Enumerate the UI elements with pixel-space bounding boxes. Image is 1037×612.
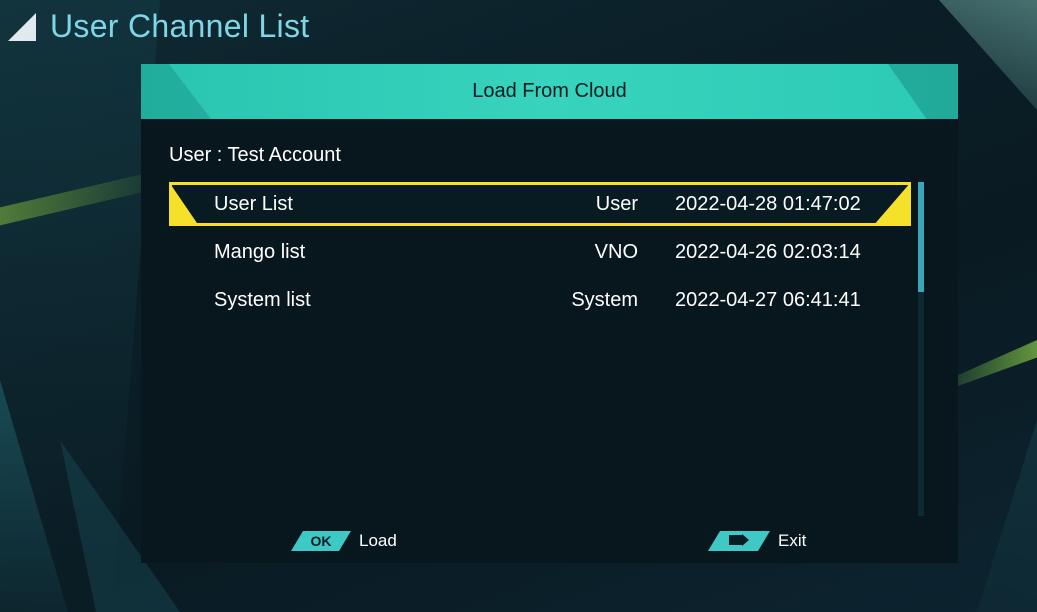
list-item-date: 2022-04-26 02:03:14 [675, 241, 861, 263]
page-header: User Channel List [8, 8, 309, 45]
list-item-user-list[interactable]: User List User 2022-04-28 01:47:02 [169, 182, 911, 226]
load-hint[interactable]: OK Load [291, 527, 397, 555]
list-item-mango-list[interactable]: Mango list VNO 2022-04-26 02:03:14 [169, 230, 911, 274]
dialog-header: Load From Cloud [141, 64, 958, 119]
ok-key-icon: OK [291, 531, 351, 551]
ok-key-label: OK [310, 533, 332, 549]
selection-marker [169, 182, 199, 226]
selection-marker [873, 182, 911, 226]
load-label: Load [359, 531, 397, 550]
load-from-cloud-dialog: Load From Cloud User : Test Account User… [141, 64, 958, 563]
page-title: User Channel List [50, 8, 310, 44]
list-item-type: User [595, 193, 638, 215]
title-triangle-icon [8, 12, 36, 41]
scrollbar[interactable] [918, 182, 924, 516]
dialog-title: Load From Cloud [472, 80, 627, 102]
key-hints: OK Load Exit [141, 519, 958, 563]
exit-label: Exit [778, 531, 807, 550]
scrollbar-thumb[interactable] [918, 182, 924, 292]
screen: User Channel List Load From Cloud User :… [0, 0, 1037, 612]
list-item-system-list[interactable]: System list System 2022-04-27 06:41:41 [169, 278, 911, 322]
list-item-name: Mango list [214, 241, 306, 263]
list-item-name: System list [214, 289, 311, 311]
cloud-list: User List User 2022-04-28 01:47:02 Mango… [169, 182, 911, 326]
list-item-date: 2022-04-27 06:41:41 [675, 289, 861, 311]
list-item-date: 2022-04-28 01:47:02 [675, 193, 861, 215]
list-item-type: VNO [594, 241, 638, 263]
list-item-type: System [571, 289, 638, 311]
exit-arrow-icon [708, 531, 770, 551]
exit-hint[interactable]: Exit [708, 527, 806, 555]
account-label: User : Test Account [169, 144, 341, 166]
background-streak [947, 340, 1037, 390]
list-item-name: User List [214, 193, 293, 215]
